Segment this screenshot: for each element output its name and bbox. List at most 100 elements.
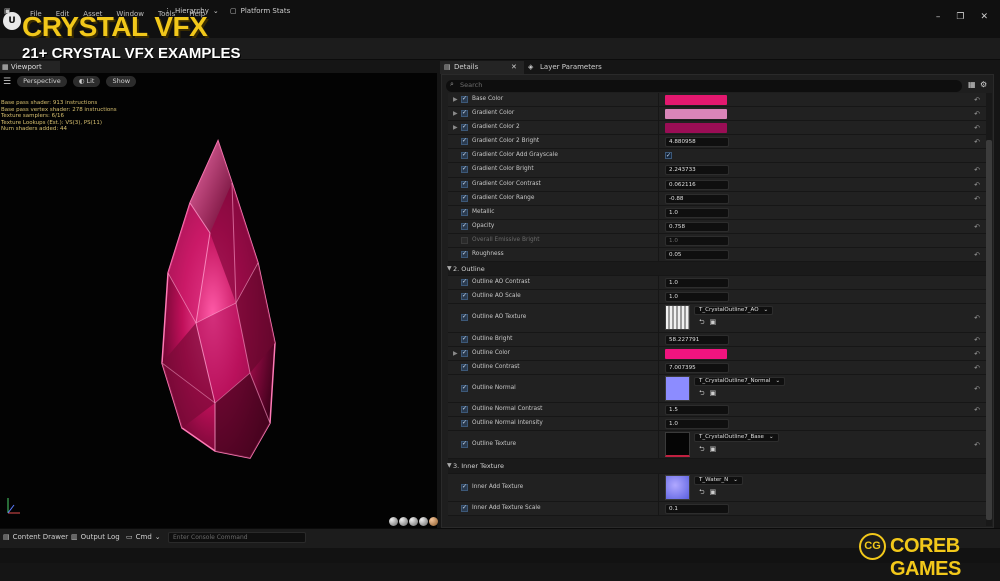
reset-arrow-icon[interactable]: ↶ [974, 406, 980, 414]
console-input[interactable]: Enter Console Command [168, 532, 306, 543]
reset-arrow-icon[interactable]: ↶ [974, 364, 980, 372]
save-icon[interactable]: ▣ [4, 4, 11, 18]
sphere-icon[interactable] [409, 517, 418, 526]
override-checkbox[interactable] [461, 222, 468, 230]
param-row[interactable]: Outline AO Contrast 1.0 [448, 276, 986, 291]
texture-row[interactable]: Outline TextureT_CrystalOutline7_Base⌄⮌▣… [448, 431, 986, 460]
texture-row[interactable]: Outline Normal T_CrystalOutline7_Normal ⌄ ⮌… [448, 374, 986, 404]
texture-thumbnail[interactable] [665, 432, 690, 458]
param-row[interactable]: Outline Normal Contrast 1.5 ↶ [448, 403, 986, 418]
cmd-button[interactable]: ▭ Cmd ⌄ [126, 533, 161, 541]
override-checkbox[interactable] [461, 384, 468, 392]
browse-icon[interactable]: ▣ [710, 318, 717, 329]
reset-arrow-icon[interactable]: ↶ [974, 124, 980, 132]
override-checkbox[interactable] [461, 363, 468, 371]
param-row[interactable]: Gradient Color Add Grayscale ✓ [448, 149, 986, 164]
texture-picker[interactable]: T_CrystalOutline7_AO ⌄ [694, 306, 774, 316]
override-checkbox[interactable] [461, 236, 468, 244]
texture-picker[interactable]: T_CrystalOutline7_Base ⌄ [694, 433, 779, 443]
use-selected-icon[interactable]: ⮌ [699, 318, 705, 329]
param-row[interactable]: Inner Add Texture Scale 0.1 [448, 501, 986, 516]
minimize-icon[interactable]: – [936, 12, 941, 22]
override-checkbox[interactable] [461, 95, 468, 103]
tab-layer-parameters[interactable]: ◈ Layer Parameters [526, 61, 636, 74]
texture-picker[interactable]: T_CrystalOutline7_Normal ⌄ [694, 376, 786, 386]
sphere-icon[interactable] [429, 517, 438, 526]
expand-arrow-icon[interactable]: ▶ [453, 96, 458, 103]
value-field[interactable]: 2.243733 [665, 165, 729, 176]
param-row[interactable]: Outline Normal Intensity 1.0 [448, 417, 986, 432]
reset-arrow-icon[interactable]: ↶ [974, 314, 980, 322]
override-checkbox[interactable] [461, 208, 468, 216]
reset-arrow-icon[interactable]: ↶ [974, 181, 980, 189]
color-swatch[interactable] [665, 95, 727, 105]
param-row[interactable]: Outline Contrast 7.007395 ↶ [448, 360, 986, 375]
expand-arrow-icon[interactable]: ▶ [453, 124, 458, 131]
value-field[interactable]: 1.0 [665, 292, 729, 303]
value-field[interactable]: 7.007395 [665, 362, 729, 373]
override-checkbox[interactable] [461, 109, 468, 118]
value-field[interactable]: 1.0 [665, 235, 729, 246]
override-checkbox[interactable] [461, 313, 468, 322]
reset-arrow-icon[interactable]: ↶ [974, 96, 980, 104]
show-button[interactable]: Show [106, 76, 137, 87]
viewport-tab[interactable]: ▦ Viewport [0, 61, 60, 73]
param-row[interactable]: Opacity 0.758 ↶ [448, 219, 986, 234]
expand-arrow-icon[interactable]: ▶ [453, 110, 458, 117]
viewport-canvas[interactable] [0, 73, 437, 528]
reset-arrow-icon[interactable]: ↶ [974, 350, 980, 358]
use-selected-icon[interactable]: ⮌ [699, 389, 705, 400]
tab-details[interactable]: ▤ Details ✕ [440, 61, 524, 74]
override-checkbox[interactable] [461, 440, 468, 449]
maximize-icon[interactable]: ❐ [956, 12, 964, 22]
texture-thumbnail[interactable] [665, 305, 690, 331]
value-field[interactable]: 1.0 [665, 419, 729, 430]
platform-stats-button[interactable]: ▢ Platform Stats [230, 4, 290, 18]
reset-arrow-icon[interactable]: ↶ [974, 251, 980, 259]
texture-row[interactable]: Outline AO Texture T_CrystalOutline7_AO ⌄ ⮌… [448, 304, 986, 333]
override-checkbox[interactable] [461, 278, 468, 287]
override-checkbox[interactable] [461, 349, 468, 357]
override-checkbox[interactable] [461, 419, 468, 428]
value-field[interactable]: 0.062116 [665, 179, 729, 190]
param-row[interactable]: Metallic 1.0 [448, 205, 986, 220]
override-checkbox[interactable] [461, 165, 468, 174]
browse-icon[interactable]: ▣ [710, 488, 717, 499]
reset-arrow-icon[interactable]: ↶ [974, 336, 980, 344]
override-checkbox[interactable] [461, 483, 468, 491]
close-icon[interactable]: ✕ [980, 12, 988, 22]
use-selected-icon[interactable]: ⮌ [699, 488, 705, 499]
close-tab-icon[interactable]: ✕ [511, 61, 517, 74]
expand-arrow-icon[interactable]: ▶ [453, 350, 458, 357]
reset-arrow-icon[interactable]: ↶ [974, 166, 980, 174]
scrollbar-thumb[interactable] [986, 140, 992, 520]
category-header[interactable]: ▼ 2. Outline [447, 262, 986, 277]
reset-arrow-icon[interactable]: ↶ [974, 138, 980, 146]
value-field[interactable]: 4.880958 [665, 137, 729, 148]
browse-icon[interactable]: ▣ [710, 389, 717, 400]
texture-thumbnail[interactable] [665, 474, 690, 500]
color-swatch[interactable] [665, 348, 727, 359]
browse-icon[interactable]: ▣ [710, 445, 717, 456]
param-row[interactable]: Roughness 0.05 ↶ [448, 248, 986, 263]
reset-arrow-icon[interactable]: ↶ [974, 441, 980, 449]
param-row[interactable]: Overall Emissive Bright 1.0 [448, 233, 986, 249]
param-row[interactable]: Gradient Color Contrast 0.062116 ↶ [448, 177, 986, 192]
reset-arrow-icon[interactable]: ↶ [974, 195, 980, 203]
hamburger-icon[interactable]: ☰ [0, 77, 11, 87]
value-field[interactable]: -0.88 [665, 193, 729, 204]
override-checkbox[interactable] [461, 137, 468, 146]
override-checkbox[interactable] [461, 123, 468, 132]
texture-thumbnail[interactable] [665, 375, 690, 401]
override-checkbox[interactable] [461, 335, 468, 343]
override-checkbox[interactable] [461, 250, 468, 259]
texture-row[interactable]: Inner Add TextureT_Water_N⌄⮌▣ [448, 473, 986, 502]
param-row[interactable]: ▶ Gradient Color 2 ↶ [448, 121, 986, 136]
reset-arrow-icon[interactable]: ↶ [974, 223, 980, 231]
sphere-icon[interactable] [389, 517, 398, 526]
category-header[interactable]: ▼ 3. Inner Texture [447, 459, 986, 474]
sphere-icon[interactable] [419, 517, 428, 526]
param-row[interactable]: ▶ Outline Color ↶ [448, 346, 986, 361]
value-field[interactable]: 0.05 [665, 250, 729, 261]
param-row[interactable]: Outline AO Scale 1.0 [448, 290, 986, 305]
